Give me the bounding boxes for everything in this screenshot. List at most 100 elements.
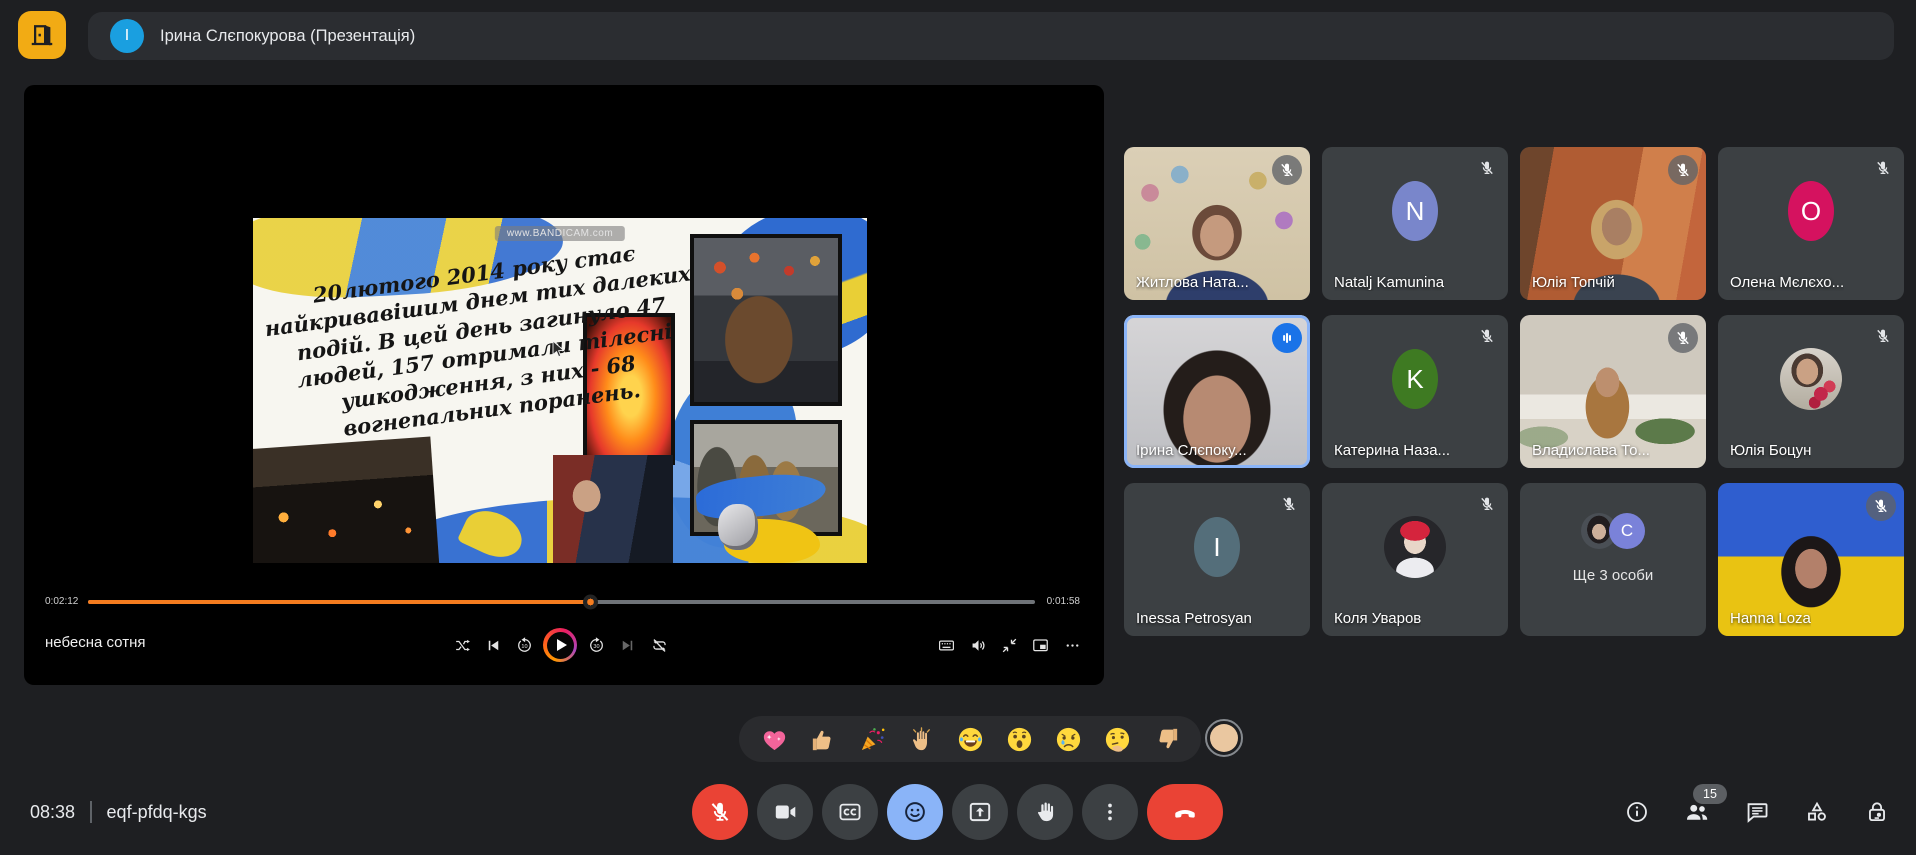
reaction-thumbs-up[interactable] [803, 719, 843, 759]
participant-name: Владислава То... [1532, 442, 1650, 459]
chat-panel-button[interactable] [1744, 799, 1770, 825]
participant-tile-speaking[interactable]: Ірина Слєпоку... [1124, 315, 1310, 468]
collapse-button[interactable] [994, 630, 1024, 660]
participant-name: Олена Мєлєхо... [1730, 274, 1844, 291]
participant-tile[interactable]: I Inessa Petrosyan [1124, 483, 1310, 636]
door-app-icon[interactable] [18, 11, 66, 59]
mic-off-icon [1280, 495, 1298, 513]
seek-row: 0:02:12 0:01:58 [24, 593, 1104, 613]
mic-off-icon [1278, 161, 1296, 179]
thinking-face-icon [1102, 724, 1133, 755]
participant-name: Коля Уваров [1334, 610, 1421, 627]
mic-muted-badge [1668, 323, 1698, 353]
participant-tile[interactable]: Юлія Боцун [1718, 315, 1904, 468]
letter-avatar: O [1788, 181, 1834, 241]
participants-grid: Житлова Ната... N Natalj Kamunina Юлія Т… [1124, 147, 1904, 636]
host-controls-button[interactable] [1864, 799, 1890, 825]
more-dots-icon [1097, 799, 1123, 825]
forward-30-button[interactable] [581, 630, 611, 660]
participant-tile[interactable]: Владислава То... [1520, 315, 1706, 468]
avatar-letter: I [1213, 532, 1220, 563]
volume-button[interactable] [963, 630, 993, 660]
participant-tile[interactable]: O Олена Мєлєхо... [1718, 147, 1904, 300]
participant-tile[interactable]: Hanna Loza [1718, 483, 1904, 636]
previous-track-button[interactable] [478, 630, 508, 660]
open-mouth-icon [1004, 724, 1035, 755]
letter-avatar: K [1392, 349, 1438, 409]
activities-button[interactable] [1804, 799, 1830, 825]
call-controls [692, 784, 1223, 840]
play-icon [547, 632, 574, 659]
hand-icon [1032, 799, 1058, 825]
participant-tile[interactable]: N Natalj Kamunina [1322, 147, 1508, 300]
repeat-off-button[interactable] [644, 630, 674, 660]
participant-tile[interactable]: Коля Уваров [1322, 483, 1508, 636]
mic-toggle-button[interactable] [692, 784, 748, 840]
captions-button[interactable] [822, 784, 878, 840]
reaction-thumbs-down[interactable] [1146, 719, 1186, 759]
letter-avatar: N [1392, 181, 1438, 241]
fist-flag-graphic [690, 476, 842, 563]
skin-tone-selector-button[interactable] [1205, 719, 1243, 757]
seek-progress [88, 600, 590, 604]
replay-10-button[interactable] [509, 630, 539, 660]
avatar-letter: C [1621, 521, 1633, 541]
presenter-bar[interactable]: I Ірина Слєпокурова (Презентація) [88, 12, 1894, 60]
overflow-participants-tile[interactable]: C Ще 3 особи [1520, 483, 1706, 636]
participant-count-badge: 15 [1693, 784, 1727, 804]
raise-hand-button[interactable] [1017, 784, 1073, 840]
participant-name: Ірина Слєпоку... [1136, 442, 1247, 459]
collapse-icon [1000, 636, 1019, 655]
meeting-info: 08:38 eqf-pfdq-kgs [30, 784, 207, 840]
mic-off-icon [1874, 327, 1892, 345]
overflow-label: Ще 3 особи [1520, 567, 1706, 584]
participant-name: Катерина Наза... [1334, 442, 1450, 459]
participant-tile[interactable]: K Катерина Наза... [1322, 315, 1508, 468]
keyboard-icon [937, 636, 956, 655]
end-call-button[interactable] [1147, 784, 1223, 840]
camera-icon [772, 799, 798, 825]
reaction-crying-face[interactable] [1048, 719, 1088, 759]
reaction-clapping-hands[interactable] [901, 719, 941, 759]
participant-tile[interactable]: Житлова Ната... [1124, 147, 1310, 300]
tears-of-joy-icon [955, 724, 986, 755]
more-options-button[interactable] [1082, 784, 1138, 840]
mic-muted-badge [1668, 155, 1698, 185]
camera-toggle-button[interactable] [757, 784, 813, 840]
reaction-party-popper[interactable] [852, 719, 892, 759]
participant-name: Юлія Боцун [1730, 442, 1811, 459]
photo-protesters [553, 455, 673, 563]
watermark: www.BANDICAM.com [495, 226, 625, 241]
keyboard-button[interactable] [931, 630, 961, 660]
next-track-button[interactable] [612, 630, 642, 660]
avatar-letter: O [1801, 196, 1821, 227]
mic-muted-badge [1272, 155, 1302, 185]
reaction-tears-of-joy[interactable] [950, 719, 990, 759]
next-icon [618, 636, 637, 655]
elapsed-time: 0:02:12 [45, 596, 78, 607]
meeting-details-button[interactable] [1624, 799, 1650, 825]
more-dots-icon [1063, 636, 1082, 655]
present-screen-button[interactable] [952, 784, 1008, 840]
participant-tile[interactable]: Юлія Топчій [1520, 147, 1706, 300]
reaction-sparkling-heart[interactable] [754, 719, 794, 759]
activities-icon [1804, 799, 1830, 825]
shuffle-button[interactable] [447, 630, 477, 660]
shuffle-icon [453, 636, 472, 655]
captions-icon [837, 799, 863, 825]
play-button[interactable] [543, 628, 577, 662]
reactions-toggle-button[interactable] [887, 784, 943, 840]
reactions-bar [739, 716, 1201, 762]
reaction-thinking-face[interactable] [1097, 719, 1137, 759]
pip-button[interactable] [1025, 630, 1055, 660]
seek-bar[interactable] [88, 600, 1035, 604]
flag-blue-shape [694, 469, 827, 522]
previous-icon [484, 636, 503, 655]
player-more-button[interactable] [1057, 630, 1087, 660]
presenter-avatar-letter: I [125, 27, 129, 45]
player-controls: небесна сотня [24, 625, 1104, 665]
present-icon [967, 799, 993, 825]
volume-icon [969, 636, 988, 655]
people-panel-button[interactable]: 15 [1684, 799, 1710, 825]
reaction-open-mouth[interactable] [999, 719, 1039, 759]
